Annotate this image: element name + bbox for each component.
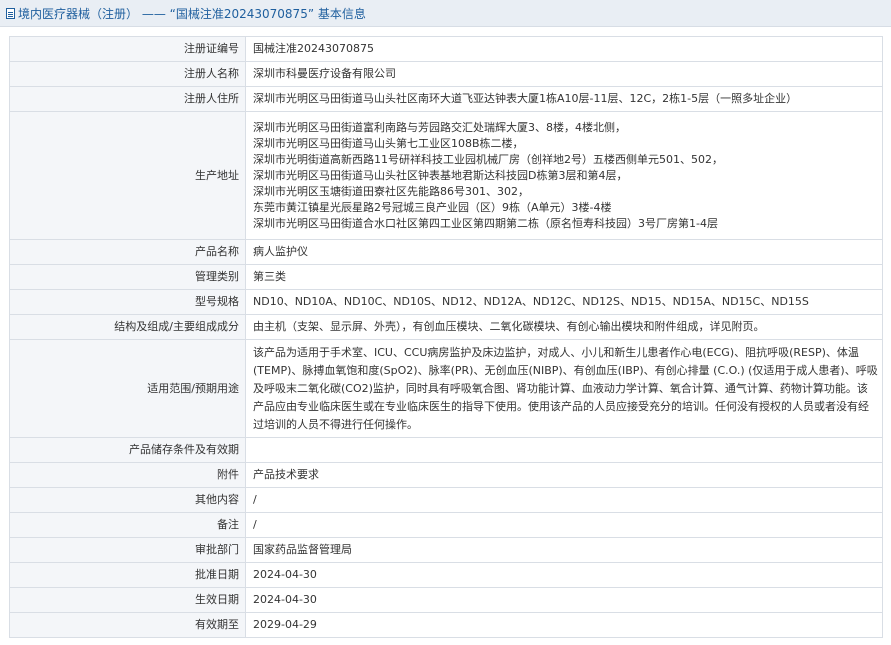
field-value: 由主机（支架、显示屏、外壳），有创血压模块、二氧化碳模块、有创心输出模块和附件组… xyxy=(245,314,883,340)
table-row: 注册人名称 深圳市科曼医疗设备有限公司 xyxy=(9,61,883,87)
field-value: / xyxy=(245,512,883,538)
field-label: 结构及组成/主要组成成分 xyxy=(9,314,246,340)
address-line: 深圳市光明区马田街道合水口社区第四工业区第四期第二栋（原名恒寿科技园）3号厂房第… xyxy=(253,216,718,230)
field-label: 管理类别 xyxy=(9,264,246,290)
scope-text: 该产品为适用于手术室、ICU、CCU病房监护及床边监护，对成人、小儿和新生儿患者… xyxy=(253,346,878,431)
table-row: 审批部门 国家药品监督管理局 xyxy=(9,537,883,563)
table-row: 其他内容 / xyxy=(9,487,883,513)
field-label: 注册证编号 xyxy=(9,36,246,62)
field-value: 深圳市光明区马田街道马山头社区南环大道飞亚达钟表大厦1栋A10层-11层、12C… xyxy=(245,86,883,112)
table-row: 生效日期 2024-04-30 xyxy=(9,587,883,613)
field-value: / xyxy=(245,487,883,513)
table-row: 产品储存条件及有效期 xyxy=(9,437,883,463)
field-value: 国械注准20243070875 xyxy=(245,36,883,62)
production-address-list: 深圳市光明区马田街道富利南路与芳园路交汇处瑞辉大厦3、8楼，4楼北侧， 深圳市光… xyxy=(245,111,883,240)
page-title: 境内医疗器械（注册） —— “国械注准20243070875” 基本信息 xyxy=(18,6,366,21)
address-line: 东莞市黄江镇星光辰星路2号冠城三良产业园（区）9栋（A单元）3楼-4楼 xyxy=(253,200,612,214)
field-value: 该产品为适用于手术室、ICU、CCU病房监护及床边监护，对成人、小儿和新生儿患者… xyxy=(245,339,883,438)
address-line: 深圳市光明区玉塘街道田寮社区先能路86号301、302， xyxy=(253,184,529,198)
field-value: 第三类 xyxy=(245,264,883,290)
table-row: 产品名称 病人监护仪 xyxy=(9,239,883,265)
table-row: 有效期至 2029-04-29 xyxy=(9,612,883,638)
table-row: 型号规格 ND10、ND10A、ND10C、ND10S、ND12、ND12A、N… xyxy=(9,289,883,315)
field-label: 注册人名称 xyxy=(9,61,246,87)
basic-info-table: 注册证编号 国械注准20243070875 注册人名称 深圳市科曼医疗设备有限公… xyxy=(9,36,883,638)
field-value: 深圳市科曼医疗设备有限公司 xyxy=(245,61,883,87)
field-value: 病人监护仪 xyxy=(245,239,883,265)
field-label: 批准日期 xyxy=(9,562,246,588)
field-label: 生产地址 xyxy=(9,111,246,240)
table-row: 适用范围/预期用途 该产品为适用于手术室、ICU、CCU病房监护及床边监护，对成… xyxy=(9,339,883,438)
table-row: 批准日期 2024-04-30 xyxy=(9,562,883,588)
field-label: 产品名称 xyxy=(9,239,246,265)
field-label: 产品储存条件及有效期 xyxy=(9,437,246,463)
table-row: 注册人住所 深圳市光明区马田街道马山头社区南环大道飞亚达钟表大厦1栋A10层-1… xyxy=(9,86,883,112)
field-value: 国家药品监督管理局 xyxy=(245,537,883,563)
document-icon xyxy=(6,7,15,19)
field-value: 2024-04-30 xyxy=(245,587,883,613)
table-row: 注册证编号 国械注准20243070875 xyxy=(9,36,883,62)
field-value xyxy=(245,437,883,463)
table-row: 生产地址 深圳市光明区马田街道富利南路与芳园路交汇处瑞辉大厦3、8楼，4楼北侧，… xyxy=(9,111,883,240)
field-label: 有效期至 xyxy=(9,612,246,638)
address-line: 深圳市光明区马田街道富利南路与芳园路交汇处瑞辉大厦3、8楼，4楼北侧， xyxy=(253,120,626,134)
field-value: 2029-04-29 xyxy=(245,612,883,638)
field-value: 2024-04-30 xyxy=(245,562,883,588)
field-label: 型号规格 xyxy=(9,289,246,315)
field-label: 注册人住所 xyxy=(9,86,246,112)
table-row: 结构及组成/主要组成成分 由主机（支架、显示屏、外壳），有创血压模块、二氧化碳模… xyxy=(9,314,883,340)
field-label: 审批部门 xyxy=(9,537,246,563)
table-row: 管理类别 第三类 xyxy=(9,264,883,290)
field-label: 备注 xyxy=(9,512,246,538)
table-row: 备注 / xyxy=(9,512,883,538)
field-label: 生效日期 xyxy=(9,587,246,613)
field-label: 其他内容 xyxy=(9,487,246,513)
field-value: 产品技术要求 xyxy=(245,462,883,488)
field-value: ND10、ND10A、ND10C、ND10S、ND12、ND12A、ND12C、… xyxy=(245,289,883,315)
table-row: 附件 产品技术要求 xyxy=(9,462,883,488)
field-label: 适用范围/预期用途 xyxy=(9,339,246,438)
address-line: 深圳市光明街道高新西路11号研祥科技工业园机械厂房（创祥地2号）五楼西侧单元50… xyxy=(253,152,723,166)
field-label: 附件 xyxy=(9,462,246,488)
address-line: 深圳市光明区马田街道马山头第七工业区108B栋二楼， xyxy=(253,136,524,150)
page-title-bar: 境内医疗器械（注册） —— “国械注准20243070875” 基本信息 xyxy=(0,0,891,27)
address-line: 深圳市光明区马田街道马山头社区钟表基地君斯达科技园D栋第3层和第4层， xyxy=(253,168,628,182)
